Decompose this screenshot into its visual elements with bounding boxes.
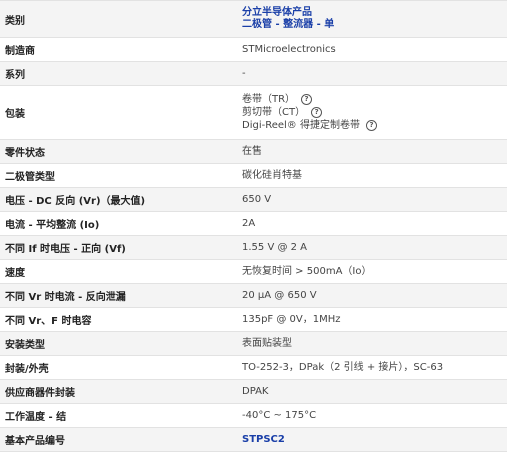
attr-label-package-case: 封装/外壳	[5, 364, 49, 375]
attr-value-category: 分立半导体产品 二极管 - 整流器 - 单	[242, 7, 507, 31]
attr-value-package-case: TO-252-3，DPak（2 引线 + 接片），SC-63	[242, 361, 444, 373]
attr-label-mounting-type: 安装类型	[5, 340, 45, 351]
row-supplier-device-package: 供应商器件封装 DPAK	[0, 380, 507, 404]
attr-label-diode-type: 二极管类型	[5, 172, 55, 183]
category-link-discrete-semiconductors[interactable]: 分立半导体产品	[242, 7, 507, 19]
attr-value-packaging: 卷带（TR） ? 剪切带（CT） ? Digi-Reel® 得捷定制卷带 ?	[242, 93, 507, 132]
base-product-number-link[interactable]: STPSC2	[242, 434, 285, 445]
attr-value-diode-type: 碳化硅肖特基	[242, 169, 302, 181]
attr-label-supplier-device-package: 供应商器件封装	[5, 388, 75, 399]
row-package-case: 封装/外壳 TO-252-3，DPak（2 引线 + 接片），SC-63	[0, 356, 507, 380]
row-category: 类别 分立半导体产品 二极管 - 整流器 - 单	[0, 1, 507, 38]
attr-value-rectified-current: 2A	[242, 217, 256, 229]
row-forward-voltage: 不同 If 时电压 - 正向 (Vf) 1.55 V @ 2 A	[0, 236, 507, 260]
packaging-option-cut-tape: 剪切带（CT） ?	[242, 106, 507, 119]
attr-value-reverse-leakage: 20 µA @ 650 V	[242, 289, 317, 301]
attr-value-series: -	[242, 67, 246, 79]
packaging-option-label: Digi-Reel® 得捷定制卷带	[242, 119, 360, 131]
row-diode-type: 二极管类型 碳化硅肖特基	[0, 164, 507, 188]
attr-value-mounting-type: 表面贴装型	[242, 337, 292, 349]
attr-label-reverse-leakage: 不同 Vr 时电流 - 反向泄漏	[5, 292, 126, 303]
row-mounting-type: 安装类型 表面贴装型	[0, 332, 507, 356]
packaging-option-tape-reel: 卷带（TR） ?	[242, 93, 507, 106]
attr-value-base-product-number: STPSC2	[242, 434, 507, 446]
row-base-product-number: 基本产品编号 STPSC2	[0, 428, 507, 452]
help-icon[interactable]: ?	[301, 94, 313, 105]
attr-label-capacitance: 不同 Vr、F 时电容	[5, 316, 92, 327]
attr-label-reverse-voltage: 电压 - DC 反向 (Vr)（最大值)	[5, 196, 146, 207]
attr-label-forward-voltage: 不同 If 时电压 - 正向 (Vf)	[5, 244, 126, 255]
attr-label-rectified-current: 电流 - 平均整流 (Io)	[5, 220, 100, 231]
row-capacitance: 不同 Vr、F 时电容 135pF @ 0V，1MHz	[0, 308, 507, 332]
attr-value-operating-temperature: -40°C ~ 175°C	[242, 409, 317, 421]
packaging-option-label: 剪切带（CT）	[242, 106, 306, 118]
attr-label-operating-temperature: 工作温度 - 结	[5, 412, 67, 423]
row-reverse-leakage: 不同 Vr 时电流 - 反向泄漏 20 µA @ 650 V	[0, 284, 507, 308]
attr-value-forward-voltage: 1.55 V @ 2 A	[242, 241, 308, 253]
attr-value-supplier-device-package: DPAK	[242, 385, 269, 397]
category-link-diodes-rectifiers-single[interactable]: 二极管 - 整流器 - 单	[242, 19, 507, 31]
row-reverse-voltage: 电压 - DC 反向 (Vr)（最大值) 650 V	[0, 188, 507, 212]
attr-value-speed: 无恢复时间 > 500mA（Io）	[242, 265, 372, 277]
packaging-option-label: 卷带（TR）	[242, 93, 296, 105]
row-series: 系列 -	[0, 62, 507, 86]
attr-value-reverse-voltage: 650 V	[242, 193, 272, 205]
attr-label-speed: 速度	[5, 268, 25, 279]
row-speed: 速度 无恢复时间 > 500mA（Io）	[0, 260, 507, 284]
row-part-status: 零件状态 在售	[0, 140, 507, 164]
attr-label-category: 类别	[5, 15, 25, 27]
row-packaging: 包装 卷带（TR） ? 剪切带（CT） ? Digi-Reel® 得捷定制卷带 …	[0, 86, 507, 140]
help-icon[interactable]: ?	[311, 107, 323, 118]
row-operating-temperature: 工作温度 - 结 -40°C ~ 175°C	[0, 404, 507, 428]
attr-value-part-status: 在售	[242, 145, 262, 157]
attr-label-part-status: 零件状态	[5, 148, 45, 159]
help-icon[interactable]: ?	[365, 120, 377, 131]
attr-label-packaging: 包装	[5, 109, 25, 120]
attr-label-series: 系列	[5, 70, 25, 81]
row-manufacturer: 制造商 STMicroelectronics	[0, 38, 507, 62]
attr-label-manufacturer: 制造商	[5, 46, 35, 57]
attr-value-capacitance: 135pF @ 0V，1MHz	[242, 313, 341, 325]
product-attributes-table: 类别 分立半导体产品 二极管 - 整流器 - 单 制造商 STMicroelec…	[0, 0, 507, 452]
row-rectified-current: 电流 - 平均整流 (Io) 2A	[0, 212, 507, 236]
attr-value-manufacturer: STMicroelectronics	[242, 43, 336, 55]
attr-label-base-product-number: 基本产品编号	[5, 436, 65, 447]
packaging-option-digi-reel: Digi-Reel® 得捷定制卷带 ?	[242, 119, 507, 132]
